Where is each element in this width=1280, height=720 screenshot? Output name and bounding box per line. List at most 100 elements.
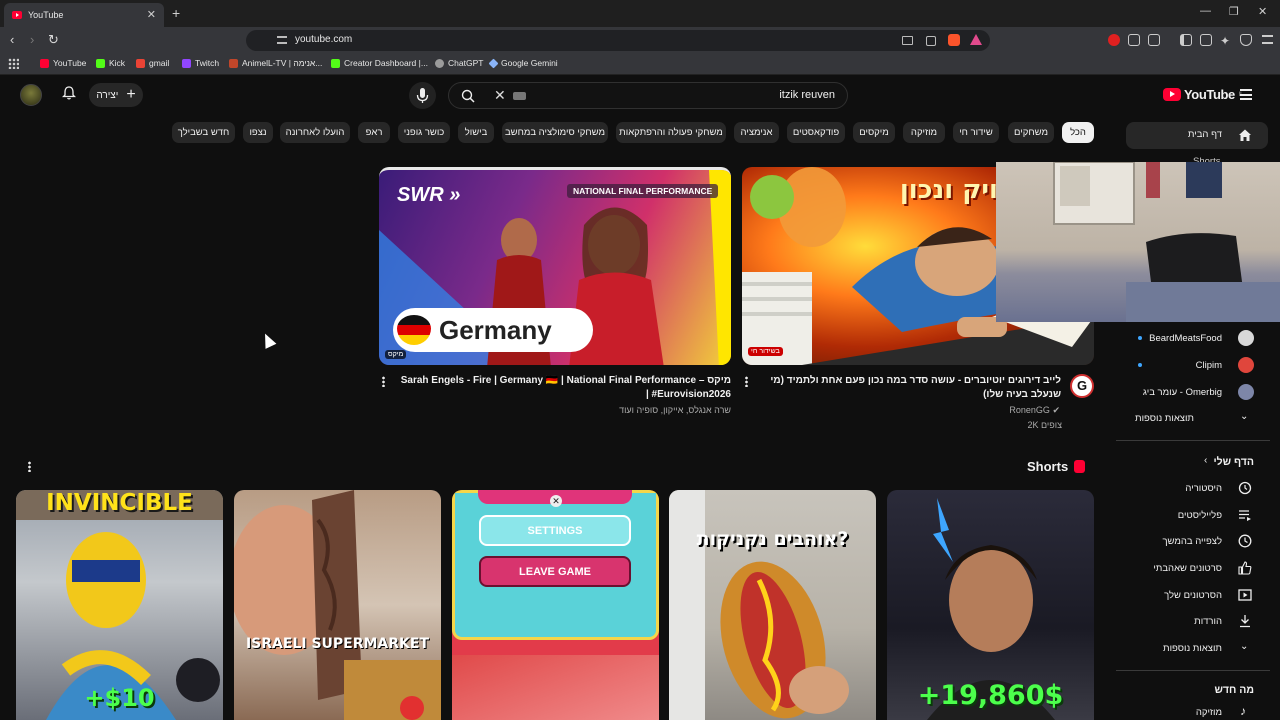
chip-animation[interactable]: אנימציה	[734, 122, 779, 143]
chip-new-to-you[interactable]: חדש בשבילך	[172, 122, 235, 143]
brave-rewards-icon[interactable]	[970, 34, 982, 45]
sidebar-item-history[interactable]: היסטוריה	[1185, 483, 1222, 494]
restore-icon[interactable]: ❐	[1229, 5, 1239, 18]
settings-button-in-thumbnail: SETTINGS	[479, 515, 631, 546]
sidebar-item-liked-videos[interactable]: סרטונים שאהבתי	[1153, 563, 1222, 574]
short-item[interactable]: INVINCIBLE +$10	[16, 490, 223, 720]
apps-grid-icon[interactable]	[8, 58, 19, 69]
channel-avatar[interactable]: G	[1070, 374, 1094, 398]
short-item[interactable]: ✕ SETTINGS LEAVE GAME	[452, 490, 659, 720]
shorts-logo-icon	[1074, 460, 1086, 473]
shorts-header: Shorts	[1027, 459, 1086, 474]
view-count: 2K צופים	[1027, 420, 1062, 430]
kick-icon	[96, 58, 105, 68]
new-tab-icon[interactable]: +	[172, 5, 180, 21]
adblock-extension-icon[interactable]	[1108, 34, 1120, 46]
short-item[interactable]: ISRAELI SUPERMARKET	[234, 490, 441, 720]
sidebar-item-downloads[interactable]: הורדות	[1194, 616, 1222, 627]
kick-icon	[331, 58, 340, 68]
leo-ai-icon[interactable]: ✦	[1220, 34, 1230, 48]
bookmark-chatgpt[interactable]: ChatGPT	[435, 58, 483, 68]
bookmark-youtube[interactable]: YouTube	[40, 58, 86, 68]
video-title[interactable]: לייב דירוגים יוטיוברים - עושה סדר במה נכ…	[755, 374, 1061, 402]
create-button[interactable]: יצירה +	[89, 83, 143, 107]
sidebar-section-you[interactable]: הדף שלי	[1213, 456, 1254, 468]
chip-pc-simulation[interactable]: משחקי סימולציה במחשב	[502, 122, 608, 143]
voice-search-button[interactable]	[409, 82, 436, 109]
url-field[interactable]: youtube.com	[246, 30, 990, 51]
chip-live[interactable]: שידור חי	[953, 122, 999, 143]
back-icon[interactable]: ‹	[10, 32, 14, 47]
clear-search-icon[interactable]: ✕	[494, 87, 506, 104]
bookmark-anime-tv[interactable]: AnimelL-TV | אנימה...	[229, 58, 322, 68]
chip-music[interactable]: מוזיקה	[903, 122, 945, 143]
short-item[interactable]: ?אוהבים נקניקות	[669, 490, 876, 720]
twitch-icon	[182, 58, 191, 68]
video-title[interactable]: מיקס – Sarah Engels - Fire | Germany 🇩🇪 …	[400, 374, 731, 402]
chevron-down-icon[interactable]: ⌄	[1240, 641, 1248, 652]
video-thumbnail[interactable]: SWR » NATIONAL FINAL PERFORMANCE Germany…	[379, 167, 731, 365]
brave-shields-icon[interactable]	[948, 34, 960, 46]
mouse-cursor	[259, 331, 277, 349]
search-input[interactable]: ✕ itzik reuven	[448, 82, 848, 109]
sidebar-item-home[interactable]: דף הבית	[1126, 122, 1268, 149]
cast-icon[interactable]	[902, 36, 913, 45]
sidebar-divider	[1116, 670, 1270, 671]
extensions-icon[interactable]	[1128, 34, 1140, 46]
minimize-icon[interactable]: —	[1200, 5, 1211, 17]
sidebar-item-music[interactable]: מוזיקה	[1196, 707, 1222, 718]
account-avatar[interactable]	[20, 84, 42, 106]
tab-close-icon[interactable]: ✕	[147, 8, 156, 21]
sidebar-item-watch-later[interactable]: לצפייה בהמשך	[1162, 536, 1222, 547]
guide-menu-icon[interactable]	[1240, 89, 1252, 100]
chip-all[interactable]: הכל	[1062, 122, 1094, 143]
playlist-icon	[1239, 510, 1251, 521]
short-item[interactable]: +19,860$	[887, 490, 1094, 720]
chip-action-adventure[interactable]: משחקי פעולה והרפתקאות	[616, 122, 726, 143]
sidebar-sub-omerbig[interactable]: עומר ביג - Omerbig	[1143, 387, 1222, 398]
channel-name[interactable]: RonenGG ✔	[1009, 405, 1060, 416]
chip-recently-uploaded[interactable]: הועלו לאחרונה	[280, 122, 350, 143]
more-options-icon[interactable]	[745, 376, 748, 387]
browser-menu-icon[interactable]	[1262, 35, 1273, 44]
chip-podcasts[interactable]: פודקאסטים	[787, 122, 845, 143]
bookmark-gmail[interactable]: gmail	[136, 58, 169, 68]
verified-icon: ✔	[1052, 405, 1060, 415]
chip-cooking[interactable]: בישול	[458, 122, 494, 143]
notifications-bell-icon[interactable]	[62, 86, 76, 100]
more-options-icon[interactable]	[382, 376, 385, 387]
chip-watched[interactable]: נצפו	[243, 122, 273, 143]
share-icon[interactable]	[926, 36, 936, 46]
bookmark-gemini[interactable]: Google Gemini	[488, 58, 558, 68]
your-videos-icon	[1238, 589, 1252, 601]
sidebar-sub-clipim[interactable]: Clipim	[1196, 360, 1222, 371]
chip-fitness[interactable]: כושר גופני	[398, 122, 450, 143]
chip-mixes[interactable]: מיקסים	[853, 122, 895, 143]
keyboard-icon[interactable]	[513, 92, 526, 100]
youtube-header: יצירה + ✕ itzik reuven YouTube IL	[0, 76, 1280, 116]
bookmark-twitch[interactable]: Twitch	[182, 58, 219, 68]
bookmark-kick[interactable]: Kick	[96, 58, 125, 68]
youtube-logo[interactable]: YouTube IL	[1163, 87, 1244, 102]
search-icon[interactable]	[461, 89, 475, 103]
chevron-down-icon[interactable]: ⌄	[1240, 411, 1248, 422]
browser-tab[interactable]: YouTube ✕	[4, 3, 164, 27]
sidebar-show-more[interactable]: תוצאות נוספות	[1135, 413, 1194, 424]
sidebar-item-playlists[interactable]: פלייליסטים	[1178, 510, 1222, 521]
site-info-icon[interactable]	[277, 36, 287, 44]
bookmark-creator-dashboard[interactable]: Creator Dashboard |...	[331, 58, 428, 68]
shorts-more-options-icon[interactable]	[28, 461, 31, 472]
close-window-icon[interactable]: ✕	[1258, 5, 1267, 18]
wallet-icon[interactable]	[1200, 34, 1212, 46]
sidebar-sub-beardmeatsfood[interactable]: BeardMeatsFood	[1149, 333, 1222, 344]
sidebar-show-more-2[interactable]: תוצאות נוספות	[1163, 643, 1222, 654]
chip-gaming[interactable]: משחקים	[1008, 122, 1054, 143]
sidebar-toggle-icon[interactable]	[1180, 34, 1192, 46]
youtube-favicon-icon	[12, 11, 22, 19]
tab-search-icon[interactable]	[1148, 34, 1160, 46]
reload-icon[interactable]: ↻	[48, 32, 59, 48]
vpn-shield-icon[interactable]	[1240, 34, 1252, 46]
chip-rap[interactable]: ראפ	[358, 122, 390, 143]
forward-icon[interactable]: ›	[30, 32, 34, 47]
sidebar-item-your-videos[interactable]: הסרטונים שלך	[1164, 590, 1222, 601]
